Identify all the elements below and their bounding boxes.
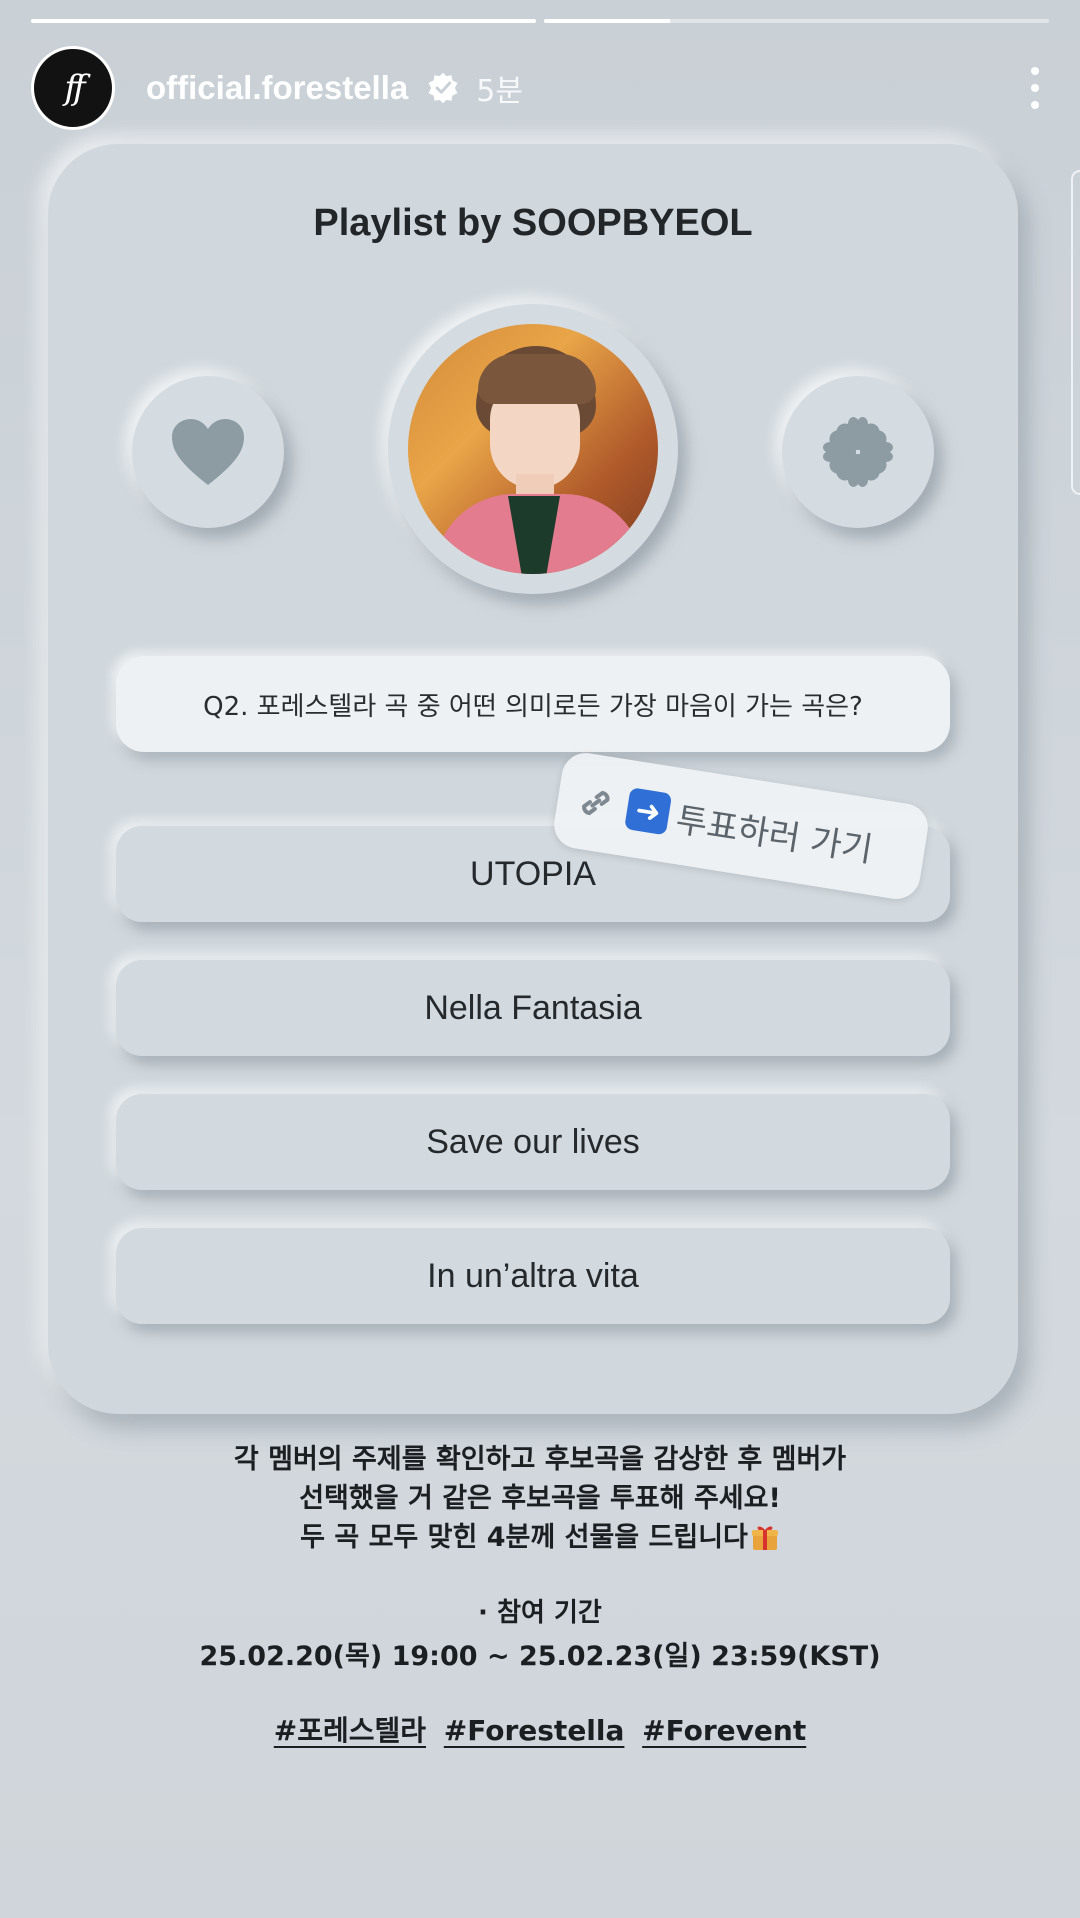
heart-button — [132, 376, 284, 528]
hashtags: #포레스텔라 #Forestella #Forevent — [0, 1709, 1080, 1749]
post-time: 5분 — [476, 74, 523, 109]
gift-icon — [751, 1526, 778, 1550]
avatar[interactable]: ff — [31, 46, 115, 130]
clover-icon — [823, 417, 893, 487]
sticker-text: 투표하러 가기 — [673, 799, 876, 871]
hashtag-forevent[interactable]: #Forevent — [642, 1714, 806, 1747]
hashtag-forestella[interactable]: #Forestella — [444, 1714, 625, 1747]
member-photo-ring — [388, 304, 678, 594]
caption: 각 멤버의 주제를 확인하고 후보곡을 감상한 후 멤버가 선택했을 거 같은 … — [0, 1440, 1080, 1557]
option-in-un-altra-vita[interactable]: In un’altra vita — [116, 1228, 950, 1324]
period-label: ⋅ 참여 기간 — [478, 1598, 602, 1628]
period-dates: 25.02.20(목) 19:00 ~ 25.02.23(일) 23:59(KS… — [199, 1641, 881, 1672]
caption-line-3: 두 곡 모두 맞힌 4분께 선물을 드립니다 — [300, 1522, 748, 1553]
progress-segment-2 — [544, 19, 1049, 23]
side-scroll-hint — [1071, 170, 1080, 495]
hashtag-forestella-kr[interactable]: #포레스텔라 — [274, 1714, 426, 1747]
option-nella-fantasia[interactable]: Nella Fantasia — [116, 960, 950, 1056]
link-icon — [582, 790, 610, 816]
member-photo — [408, 324, 658, 574]
caption-line-2: 선택했을 거 같은 후보곡을 투표해 주세요! — [299, 1483, 781, 1514]
playlist-card: Playlist by SOOPBYEOL Q2. 포레스텔라 곡 중 어떤 의… — [48, 144, 1018, 1414]
progress-segment-1 — [31, 19, 536, 23]
more-options-icon[interactable] — [1029, 67, 1041, 109]
verified-badge-icon — [428, 72, 458, 104]
card-title: Playlist by SOOPBYEOL — [313, 202, 753, 244]
heart-icon — [172, 419, 244, 485]
caption-line-1: 각 멤버의 주제를 확인하고 후보곡을 감상한 후 멤버가 — [233, 1444, 847, 1475]
option-save-our-lives[interactable]: Save our lives — [116, 1094, 950, 1190]
story-progress — [31, 19, 1049, 24]
question-box: Q2. 포레스텔라 곡 중 어떤 의미로든 가장 마음이 가는 곡은? — [116, 656, 950, 752]
avatar-monogram: ff — [64, 68, 85, 108]
right-arrow-icon: ➜ — [624, 787, 673, 836]
clover-button — [782, 376, 934, 528]
username[interactable]: official.forestella — [146, 69, 408, 107]
story-header: ff official.forestella 5분 — [31, 46, 1049, 130]
